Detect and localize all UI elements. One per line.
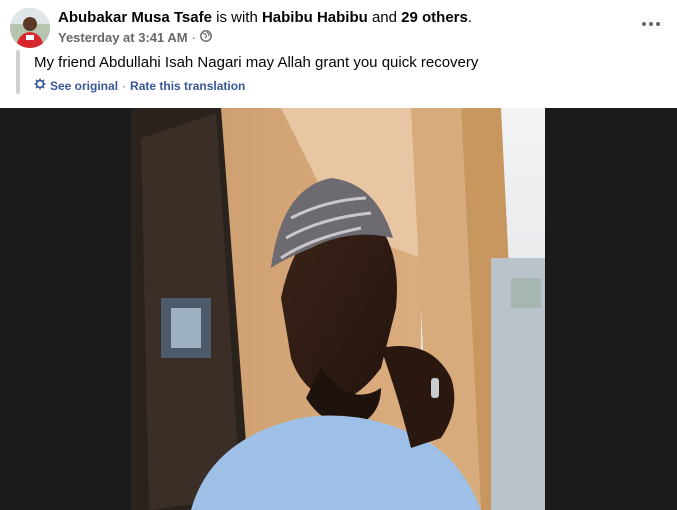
translation-bar: See original · Rate this translation xyxy=(34,78,245,93)
rate-translation-link[interactable]: Rate this translation xyxy=(130,79,245,93)
translation-separator: · xyxy=(122,78,127,93)
author-avatar[interactable] xyxy=(10,8,50,48)
post-header: Abubakar Musa Tsafe is with Habibu Habib… xyxy=(0,0,677,108)
meta-separator: · xyxy=(191,30,196,45)
translation-quote-bar xyxy=(16,50,20,94)
and-text: and xyxy=(371,9,397,26)
post-text: My friend Abdullahi Isah Nagari may Alla… xyxy=(34,54,479,71)
author-line: Abubakar Musa Tsafe is with Habibu Habib… xyxy=(58,9,472,26)
post-meta: Yesterday at 3:41 AM · xyxy=(58,30,212,45)
see-original-link[interactable]: See original xyxy=(50,79,118,93)
globe-icon xyxy=(200,30,212,45)
others-link[interactable]: 29 others xyxy=(401,9,468,26)
post-timestamp[interactable]: Yesterday at 3:41 AM xyxy=(58,30,188,45)
more-options-icon[interactable] xyxy=(637,10,665,38)
author-name[interactable]: Abubakar Musa Tsafe xyxy=(58,9,212,26)
photo-image xyxy=(131,108,545,510)
is-with-text: is with xyxy=(216,9,258,26)
tagged-person[interactable]: Habibu Habibu xyxy=(262,9,368,26)
period: . xyxy=(467,9,473,26)
gear-icon xyxy=(34,78,46,93)
post-photo[interactable] xyxy=(0,108,677,510)
